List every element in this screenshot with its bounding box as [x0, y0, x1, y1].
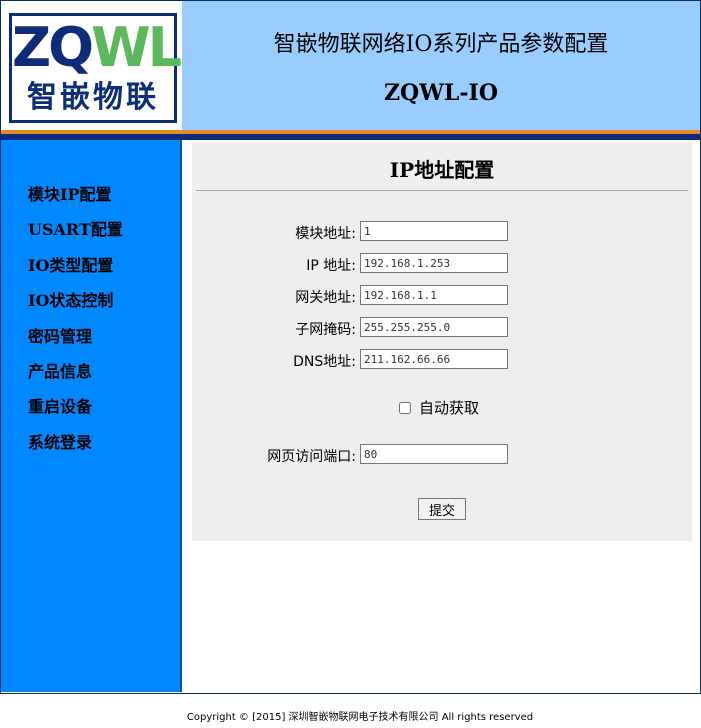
header: ZQWL 智嵌物联 智嵌物联网络IO系列产品参数配置 ZQWL-IO	[1, 1, 700, 130]
footer-copyright: Copyright © [2015] 深圳智嵌物联网电子技术有限公司 All r…	[186, 712, 534, 723]
sidebar-item-io-type-config[interactable]: IO类型配置	[28, 252, 123, 287]
dns-label: DNS地址:	[293, 354, 356, 370]
logo: ZQWL 智嵌物联	[9, 13, 182, 123]
sidebar-item-login[interactable]: 系统登录	[28, 429, 123, 464]
sidebar-item-product-info[interactable]: 产品信息	[28, 358, 123, 393]
sidebar-item-reboot[interactable]: 重启设备	[28, 393, 123, 428]
logo-text-q: Q	[48, 16, 94, 79]
sidebar-item-io-state-control[interactable]: IO状态控制	[28, 287, 123, 322]
panel-title: IP地址配置	[389, 158, 495, 182]
gateway-label: 网关地址:	[295, 290, 356, 306]
sidebar-item-password[interactable]: 密码管理	[28, 323, 123, 358]
logo-chinese: 智嵌物联	[27, 80, 159, 115]
submit-button[interactable]: 提交	[418, 498, 466, 520]
sidebar-item-ip-config[interactable]: 模块IP配置	[28, 181, 123, 216]
logo-text-z: Z	[12, 16, 51, 79]
subnet-mask-input[interactable]	[360, 317, 508, 337]
module-address-input[interactable]	[360, 221, 508, 241]
field-subnet-mask: 子网掩码:	[192, 317, 692, 339]
page-title: 智嵌物联网络IO系列产品参数配置	[273, 32, 609, 57]
ip-config-panel: IP地址配置 模块地址: IP 地址: 网关地址: 子网掩码: DNS地址: 自…	[192, 142, 692, 541]
gateway-input[interactable]	[360, 285, 508, 305]
dns-input[interactable]	[360, 349, 508, 369]
ip-address-input[interactable]	[360, 253, 508, 273]
logo-text-w: W	[91, 16, 151, 79]
logo-area: ZQWL 智嵌物联	[1, 1, 182, 130]
field-module-address: 模块地址:	[192, 221, 692, 243]
auto-obtain-label: 自动获取	[419, 399, 480, 417]
field-ip-address: IP 地址:	[192, 253, 692, 275]
logo-text-l: L	[147, 16, 182, 79]
field-gateway: 网关地址:	[192, 285, 692, 307]
field-web-port: 网页访问端口:	[192, 444, 692, 466]
sidebar-nav: 模块IP配置 USART配置 IO类型配置 IO状态控制 密码管理 产品信息 重…	[28, 181, 123, 464]
page-subtitle: ZQWL-IO	[384, 80, 498, 106]
auto-obtain: 自动获取	[399, 397, 479, 417]
ip-address-label: IP 地址:	[306, 258, 356, 274]
field-dns: DNS地址:	[192, 349, 692, 371]
subnet-mask-label: 子网掩码:	[295, 322, 356, 338]
auto-obtain-checkbox[interactable]	[399, 402, 411, 414]
logo-text: ZQWL	[12, 20, 182, 76]
web-port-label: 网页访问端口:	[267, 449, 356, 465]
sidebar-item-usart-config[interactable]: USART配置	[28, 216, 123, 251]
web-port-input[interactable]	[360, 444, 508, 464]
panel-divider	[196, 190, 688, 191]
module-address-label: 模块地址:	[295, 226, 356, 242]
